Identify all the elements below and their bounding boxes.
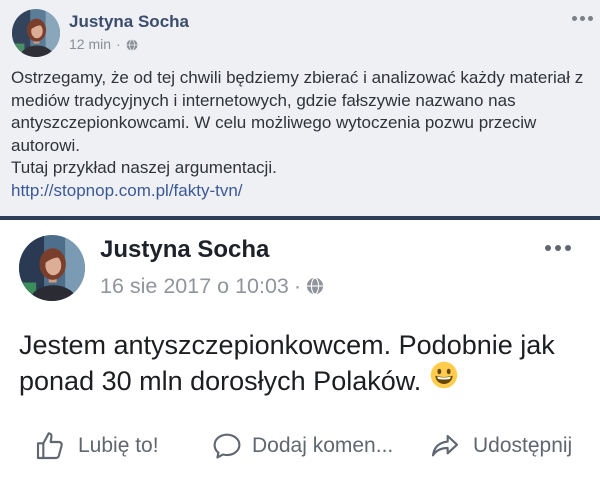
post-timestamp[interactable]: 12 min [69, 36, 111, 53]
share-icon [429, 430, 461, 462]
post-text-line: autorowi. [11, 135, 80, 155]
avatar[interactable] [19, 235, 85, 301]
post-text-line: Ostrzegamy, że od tej chwili będziemy zb… [11, 68, 584, 87]
post-text: Jestem antyszczepionkowcem. Podobnie jak… [19, 327, 555, 401]
avatar[interactable] [12, 9, 60, 57]
meta-separator: · [293, 274, 302, 298]
post-text-line: Tutaj przykład naszej argumentacji. [11, 158, 277, 177]
post-text: Ostrzegamy, że od tej chwili będziemy zb… [11, 67, 583, 202]
comment-label: Dodaj komen... [252, 434, 394, 457]
more-options-icon[interactable] [545, 244, 575, 252]
post-link[interactable]: http://stopnop.com.pl/fakty-tvn/ [11, 180, 583, 203]
globe-icon [126, 38, 138, 51]
post-text-line: antyszczepionkowcami. W celu możliwego w… [11, 113, 537, 132]
post-text-line: Jestem antyszczepionkowcem. Podobnie jak [19, 330, 555, 360]
comment-button[interactable]: Dodaj komen... [211, 428, 393, 464]
comment-icon [211, 430, 243, 462]
more-options-icon[interactable] [572, 15, 596, 21]
like-icon [34, 430, 66, 462]
post-meta: 12 min · [69, 36, 138, 53]
post-text-line-with-emoji: ponad 30 mln dorosłych Polaków. [19, 361, 555, 401]
post-text-line: ponad 30 mln dorosłych Polaków. [19, 366, 422, 396]
author-name[interactable]: Justyna Socha [69, 11, 189, 33]
share-label: Udostępnij [473, 434, 573, 457]
post-text-line: mediów tradycyjnych i internetowych, gdz… [11, 90, 516, 110]
like-button[interactable]: Lubię to! [34, 428, 159, 464]
grinning-face-icon [430, 361, 458, 398]
globe-icon [306, 277, 324, 295]
like-label: Lubię to! [78, 434, 159, 457]
post-meta: 16 sie 2017 o 10:03 · [100, 273, 324, 299]
avatar-photo [12, 9, 60, 57]
meta-separator: · [116, 36, 121, 52]
post-card-2017: Justyna Socha 16 sie 2017 o 10:03 · Jest… [0, 220, 600, 481]
post-card-recent: Justyna Socha 12 min · Ostrzegamy, że od… [0, 0, 600, 216]
share-button[interactable]: Udostępnij [429, 428, 572, 464]
post-screenshots: Justyna Socha 12 min · Ostrzegamy, że od… [0, 0, 600, 481]
post-timestamp[interactable]: 16 sie 2017 o 10:03 [100, 273, 289, 299]
author-name[interactable]: Justyna Socha [100, 235, 269, 265]
avatar-photo [19, 235, 85, 301]
